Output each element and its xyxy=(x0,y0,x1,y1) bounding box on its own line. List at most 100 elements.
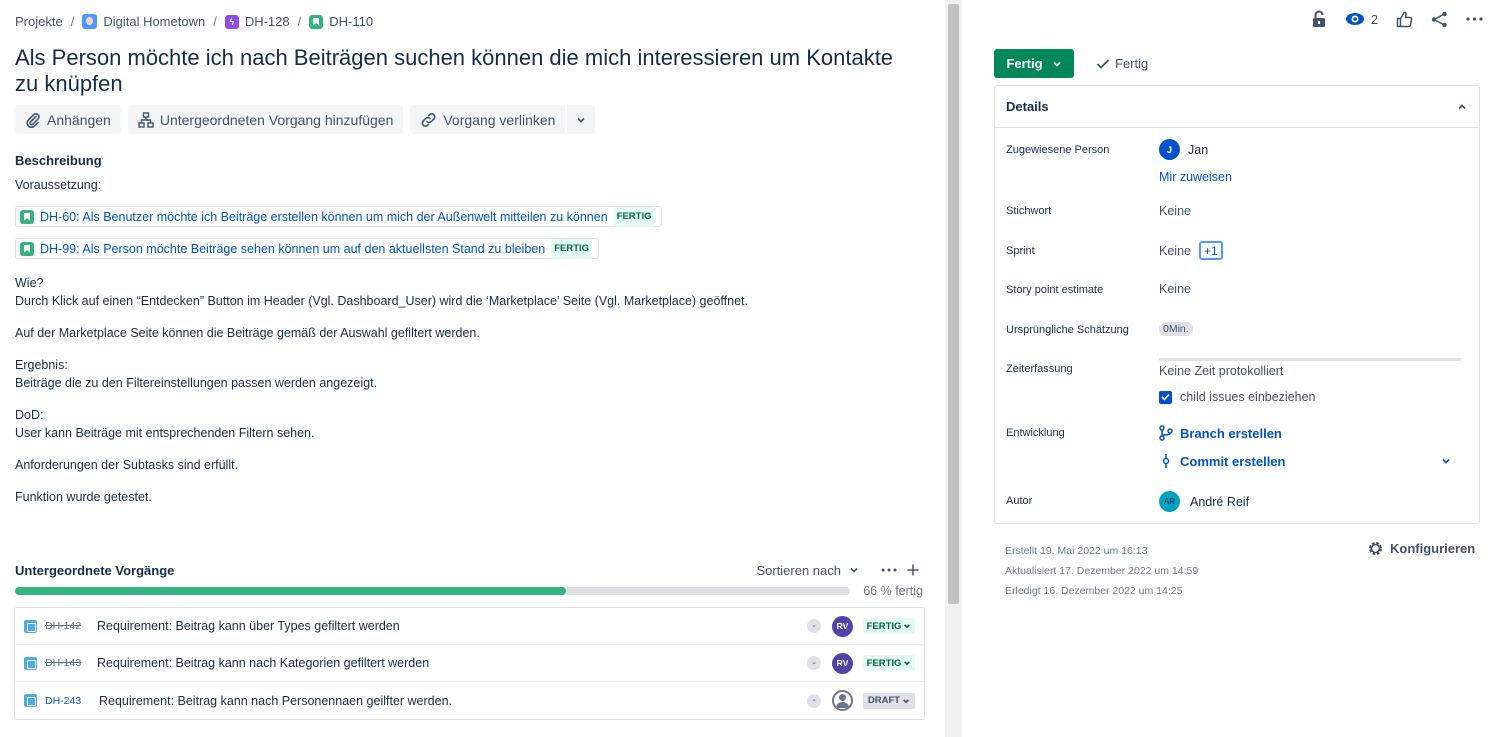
chevron-down-icon xyxy=(850,567,858,573)
lock-button[interactable] xyxy=(1311,10,1327,28)
subtask-summary[interactable]: Requirement: Beitrag kann über Types gef… xyxy=(97,619,807,633)
avatar[interactable]: RV xyxy=(832,652,853,674)
resolution: Fertig xyxy=(1096,56,1148,71)
add-child-issue-button[interactable]: Untergeordneten Vorgang hinzufügen xyxy=(127,105,404,134)
ellipsis-icon xyxy=(1466,17,1483,21)
breadcrumb-epic-label: DH-128 xyxy=(244,14,290,29)
breadcrumb-project[interactable]: Digital Hometown xyxy=(82,14,205,29)
table-row[interactable]: DH-143 Requirement: Beitrag kann nach Ka… xyxy=(15,645,924,682)
project-avatar-icon xyxy=(82,14,98,29)
more-button[interactable] xyxy=(1466,17,1483,21)
description-label: Beschreibung xyxy=(15,153,102,168)
assignee-field[interactable]: J Jan xyxy=(1159,139,1208,160)
subtask-key[interactable]: DH-243 xyxy=(45,695,97,707)
result-text: Beiträge die zu den Filtereinstellungen … xyxy=(15,376,378,390)
story-icon xyxy=(20,209,34,224)
precondition-text: Voraussetzung: xyxy=(15,178,102,192)
assign-to-me-link[interactable]: Mir zuweisen xyxy=(1159,170,1232,184)
create-commit-label: Commit erstellen xyxy=(1180,453,1286,469)
status-badge: FERTIG xyxy=(613,206,655,227)
story-points-field[interactable]: Keine xyxy=(1159,282,1191,296)
subtask-summary[interactable]: Requirement: Beitrag kann nach Kategorie… xyxy=(97,656,807,670)
resolution-label: Fertig xyxy=(1115,56,1149,71)
reporter-name: André Reif xyxy=(1190,494,1250,509)
watchers-button[interactable]: 2 xyxy=(1345,12,1378,27)
table-row[interactable]: DH-243 Requirement: Beitrag kann nach Pe… xyxy=(15,682,924,719)
subtask-summary[interactable]: Requirement: Beitrag kann nach Personenn… xyxy=(97,694,807,708)
add-child-button[interactable] xyxy=(901,558,925,582)
subtask-key[interactable]: DH-142 xyxy=(45,620,97,632)
create-branch-link[interactable]: Branch erstellen xyxy=(1159,425,1282,441)
development-expand-button[interactable] xyxy=(1441,455,1451,469)
configure-button[interactable]: Konfigurieren xyxy=(1367,540,1475,557)
created-date: Erstellt 19. Mai 2022 um 16:13 xyxy=(1005,545,1148,557)
breadcrumb-issue[interactable]: DH-110 xyxy=(309,14,373,29)
assignee-label: Zugewiesene Person xyxy=(1006,144,1110,156)
share-icon xyxy=(1431,11,1447,27)
unassigned-avatar-icon[interactable] xyxy=(832,690,853,711)
sort-by-button[interactable]: Sortieren nach xyxy=(756,563,859,578)
time-tracking-label: Zeiterfassung xyxy=(1006,363,1073,375)
more-actions-button[interactable] xyxy=(567,105,596,134)
breadcrumb-epic[interactable]: ϟ DH-128 xyxy=(224,14,290,29)
create-commit-link[interactable]: Commit erstellen xyxy=(1159,453,1285,469)
time-tracking-bar[interactable] xyxy=(1159,358,1461,361)
story-icon xyxy=(20,241,34,256)
requirements-text: Anforderungen der Subtasks sind erfüllt. xyxy=(15,458,239,472)
watchers-count: 2 xyxy=(1370,11,1378,27)
link-issue-split-button: Vorgang verlinken xyxy=(410,105,596,134)
status-badge: FERTIG xyxy=(551,238,593,259)
dod-label: DoD: xyxy=(15,408,44,422)
attach-button[interactable]: Anhängen xyxy=(15,105,121,134)
issue-dates: Erstellt 19. Mai 2022 um 16:13 Aktualisi… xyxy=(1005,541,1198,601)
share-button[interactable] xyxy=(1431,11,1448,28)
status-dropdown[interactable]: FERTIG xyxy=(863,655,915,671)
reporter-field[interactable]: AR André Reif xyxy=(1159,491,1249,512)
result-label: Ergebnis: xyxy=(15,358,68,372)
link-issue-button[interactable]: Vorgang verlinken xyxy=(410,105,566,134)
chevron-up-icon xyxy=(1458,103,1466,109)
status-dropdown[interactable]: DRAFT xyxy=(863,692,915,709)
filter-text: Auf der Marketplace Seite können die Bei… xyxy=(15,326,480,340)
child-issues-list: DH-142 Requirement: Beitrag kann über Ty… xyxy=(14,607,925,720)
vote-button[interactable] xyxy=(1396,11,1413,28)
link-icon xyxy=(421,112,436,127)
table-row[interactable]: DH-142 Requirement: Beitrag kann über Ty… xyxy=(15,608,924,645)
avatar[interactable]: RV xyxy=(832,615,853,637)
linked-issue-card[interactable]: DH-99: Als Person möchte Beiträge sehen … xyxy=(15,238,600,259)
more-options-button[interactable] xyxy=(877,558,901,582)
scrollbar-thumb[interactable] xyxy=(948,4,959,604)
breadcrumb-projects[interactable]: Projekte xyxy=(15,14,63,29)
create-branch-label: Branch erstellen xyxy=(1180,425,1282,441)
description[interactable]: Beschreibung Voraussetzung: DH-60: Als B… xyxy=(15,152,925,520)
sprint-value: Keine xyxy=(1159,243,1191,258)
issue-title[interactable]: Als Person möchte ich nach Beiträgen suc… xyxy=(15,45,915,97)
subtask-key[interactable]: DH-143 xyxy=(45,657,97,669)
child-issues-header: Untergeordnete Vorgänge Sortieren nach xyxy=(15,558,925,582)
sprint-field[interactable]: Keine +1 xyxy=(1159,241,1223,260)
original-estimate-field[interactable]: 0Min. xyxy=(1159,322,1193,336)
status-button[interactable]: Fertig xyxy=(994,49,1074,78)
paperclip-icon xyxy=(26,112,40,128)
include-child-issues-checkbox[interactable]: child issues einbeziehen xyxy=(1159,390,1316,404)
breadcrumb-separator: / xyxy=(297,14,302,29)
status-dropdown[interactable]: FERTIG xyxy=(863,618,915,634)
status-label: FERTIG xyxy=(866,657,902,669)
scrollbar[interactable] xyxy=(945,0,962,737)
add-child-issue-label: Untergeordneten Vorgang hinzufügen xyxy=(159,111,394,128)
sprint-more-badge[interactable]: +1 xyxy=(1198,241,1223,260)
linked-issue-title: DH-99: Als Person möchte Beiträge sehen … xyxy=(40,241,546,256)
original-estimate-label: Ursprüngliche Schätzung xyxy=(1006,324,1129,336)
hierarchy-icon xyxy=(138,111,154,128)
status-label: FERTIG xyxy=(866,620,902,632)
breadcrumb: Projekte / Digital Hometown / ϟ DH-128 /… xyxy=(15,14,373,29)
dod-text: User kann Beiträge mit entsprechenden Fi… xyxy=(15,426,315,440)
details-toggle[interactable]: Details xyxy=(995,86,1479,128)
original-estimate-value: 0Min. xyxy=(1159,322,1193,336)
progress-bar xyxy=(15,587,850,595)
reporter-label: Autor xyxy=(1006,495,1033,507)
labels-field[interactable]: Keine xyxy=(1159,204,1191,218)
linked-issue-card[interactable]: DH-60: Als Benutzer möchte ich Beiträge … xyxy=(15,206,662,227)
story-icon xyxy=(309,14,324,29)
labels-label: Stichwort xyxy=(1006,205,1052,217)
